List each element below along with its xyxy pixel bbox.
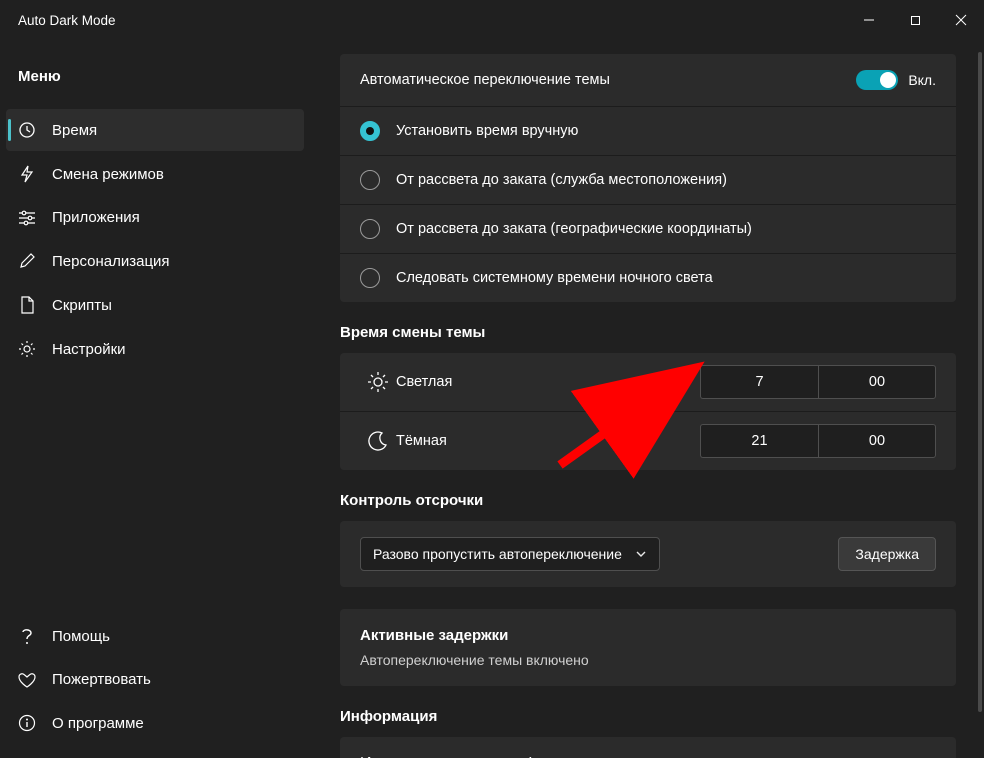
content-area: Автоматическое переключение темы Вкл. Ус… xyxy=(310,40,984,758)
radio-option-manual[interactable]: Установить время вручную xyxy=(340,107,956,156)
active-delays-title: Активные задержки xyxy=(360,627,936,644)
time-section-title: Время смены темы xyxy=(340,324,956,341)
sidebar-header: Меню xyxy=(0,56,310,109)
scrollbar[interactable] xyxy=(978,48,982,752)
info-icon xyxy=(18,714,36,732)
window-title: Auto Dark Mode xyxy=(18,13,846,28)
auto-switch-title: Автоматическое переключение темы xyxy=(360,72,856,88)
help-icon xyxy=(18,627,36,645)
sun-icon xyxy=(360,371,396,393)
postpone-card: Разово пропустить автопереключение Задер… xyxy=(340,521,956,587)
sidebar-item-label: Время xyxy=(52,122,97,139)
titlebar: Auto Dark Mode xyxy=(0,0,984,40)
info-card: Изменения сохранены! xyxy=(340,737,956,758)
time-row-label: Тёмная xyxy=(396,433,700,449)
light-minute-input[interactable]: 00 xyxy=(818,365,936,399)
sidebar-item-scripts[interactable]: Скрипты xyxy=(0,284,310,326)
sidebar-item-switch-modes[interactable]: Смена режимов xyxy=(0,153,310,195)
auto-switch-toggle[interactable] xyxy=(856,70,898,90)
radio-icon xyxy=(360,121,380,141)
info-title: Информация xyxy=(340,708,956,725)
radio-label: От рассвета до заката (географические ко… xyxy=(396,221,752,237)
gear-icon xyxy=(18,340,36,358)
heart-icon xyxy=(18,672,36,688)
moon-icon xyxy=(360,430,396,452)
sidebar-item-label: Помощь xyxy=(52,628,110,645)
light-hour-input[interactable]: 7 xyxy=(700,365,818,399)
sidebar-item-label: Смена режимов xyxy=(52,166,164,183)
sidebar-item-about[interactable]: О программе xyxy=(0,702,310,744)
sidebar-item-label: Персонализация xyxy=(52,253,170,270)
sidebar-item-label: Настройки xyxy=(52,341,126,358)
sidebar-item-label: О программе xyxy=(52,715,144,732)
auto-switch-card: Автоматическое переключение темы Вкл. Ус… xyxy=(340,54,956,302)
radio-label: Следовать системному времени ночного све… xyxy=(396,270,713,286)
chevron-down-icon xyxy=(635,548,647,560)
active-delays-card: Активные задержки Автопереключение темы … xyxy=(340,609,956,686)
sidebar-item-donate[interactable]: Пожертвовать xyxy=(0,659,310,700)
postpone-dropdown[interactable]: Разово пропустить автопереключение xyxy=(360,537,660,571)
sidebar-item-settings[interactable]: Настройки xyxy=(0,328,310,370)
radio-option-location[interactable]: От рассвета до заката (служба местополож… xyxy=(340,156,956,205)
postpone-title: Контроль отсрочки xyxy=(340,492,956,509)
radio-label: Установить время вручную xyxy=(396,123,578,139)
sidebar-item-time[interactable]: Время xyxy=(6,109,304,151)
lightning-icon xyxy=(18,165,36,183)
dark-minute-input[interactable]: 00 xyxy=(818,424,936,458)
time-row-light: Светлая 7 00 xyxy=(340,353,956,412)
time-card: Светлая 7 00 Тёмная 21 00 xyxy=(340,353,956,470)
document-icon xyxy=(18,296,36,314)
radio-label: От рассвета до заката (служба местополож… xyxy=(396,172,727,188)
sidebar-item-help[interactable]: Помощь xyxy=(0,615,310,657)
clock-icon xyxy=(18,121,36,139)
sidebar-item-label: Скрипты xyxy=(52,297,112,314)
auto-switch-toggle-text: Вкл. xyxy=(908,72,936,88)
close-button[interactable] xyxy=(938,0,984,40)
maximize-button[interactable] xyxy=(892,0,938,40)
minimize-button[interactable] xyxy=(846,0,892,40)
dark-hour-input[interactable]: 21 xyxy=(700,424,818,458)
radio-icon xyxy=(360,170,380,190)
sidebar-item-label: Пожертвовать xyxy=(52,671,151,688)
time-row-label: Светлая xyxy=(396,374,700,390)
scrollbar-thumb[interactable] xyxy=(978,52,982,712)
time-row-dark: Тёмная 21 00 xyxy=(340,412,956,470)
radio-icon xyxy=(360,268,380,288)
sidebar: Меню Время Смена режимов xyxy=(0,40,310,758)
dropdown-label: Разово пропустить автопереключение xyxy=(373,546,622,562)
sidebar-item-label: Приложения xyxy=(52,209,140,226)
pencil-icon xyxy=(18,252,36,270)
sidebar-item-apps[interactable]: Приложения xyxy=(0,197,310,238)
radio-icon xyxy=(360,219,380,239)
radio-option-coords[interactable]: От рассвета до заката (географические ко… xyxy=(340,205,956,254)
delay-button[interactable]: Задержка xyxy=(838,537,936,571)
window-controls xyxy=(846,0,984,40)
sidebar-item-personalization[interactable]: Персонализация xyxy=(0,240,310,282)
sliders-icon xyxy=(18,210,36,226)
radio-option-nightlight[interactable]: Следовать системному времени ночного све… xyxy=(340,254,956,302)
active-delays-text: Автопереключение темы включено xyxy=(360,652,936,668)
